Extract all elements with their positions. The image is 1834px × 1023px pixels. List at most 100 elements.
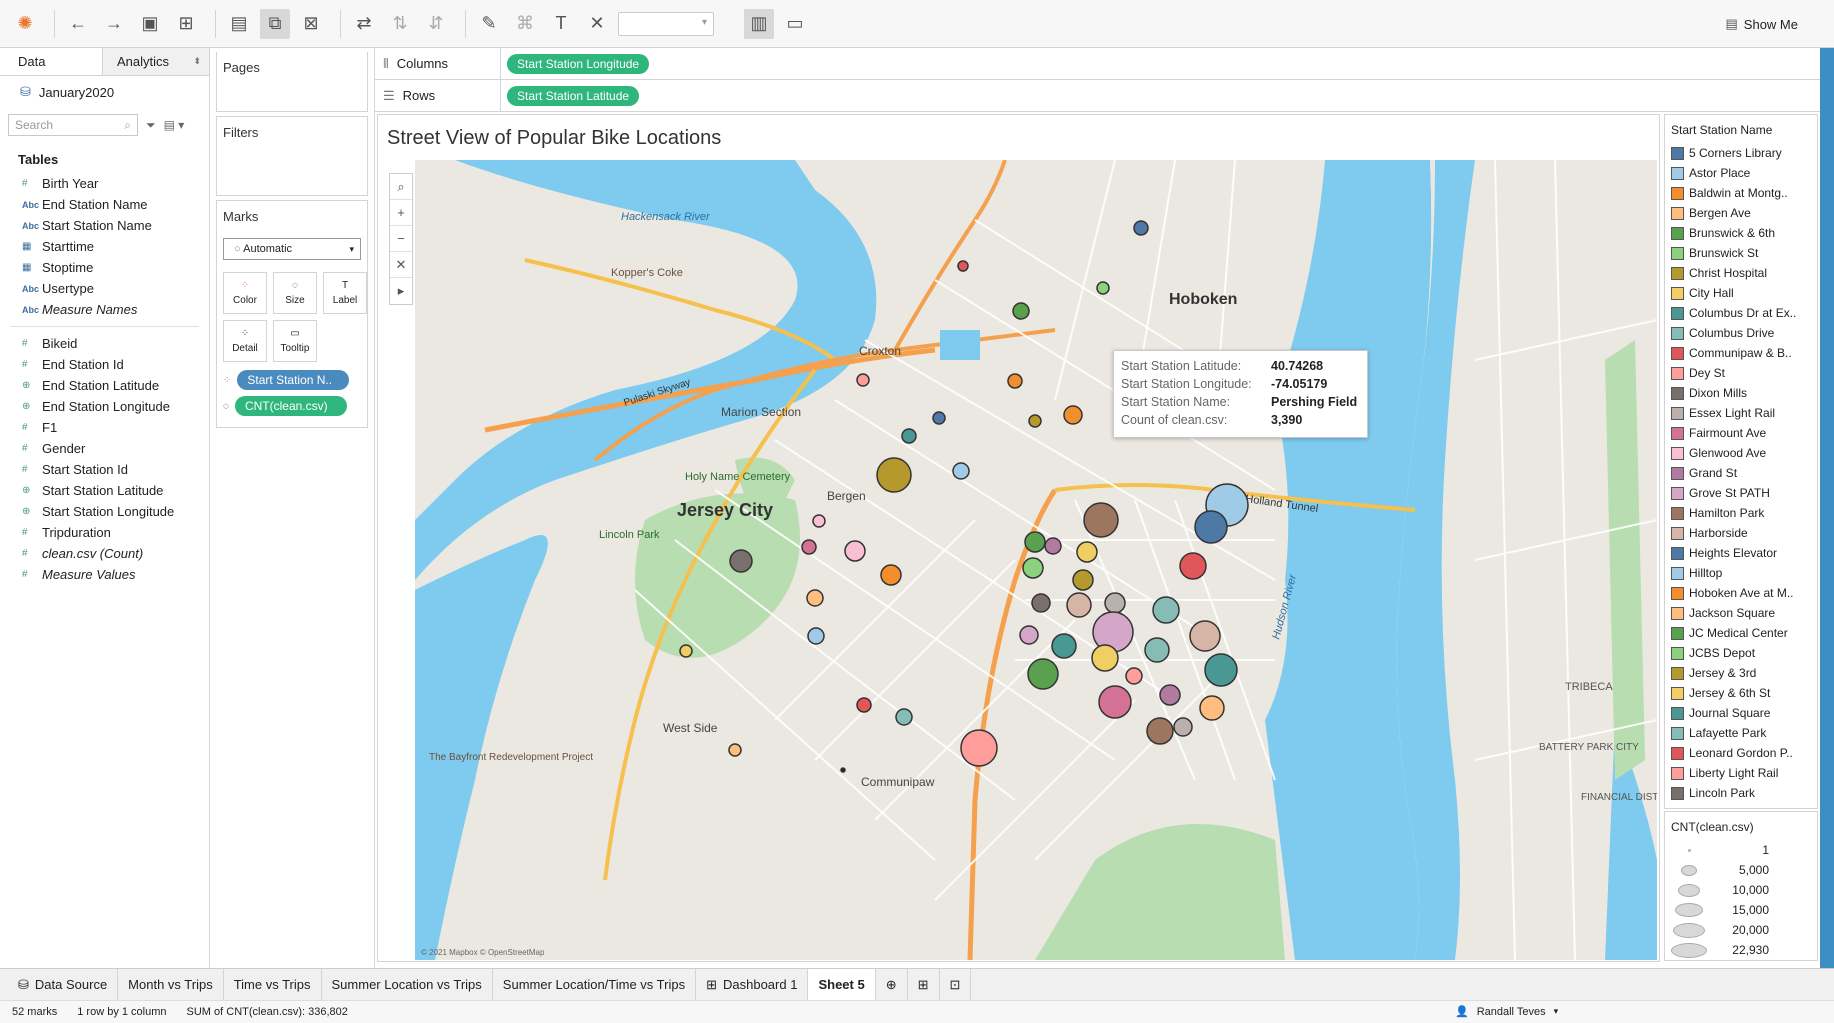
legend-item[interactable]: Dey St bbox=[1665, 363, 1817, 383]
field-item[interactable]: # Bikeid bbox=[0, 333, 209, 354]
rows-pill[interactable]: Start Station Latitude bbox=[507, 85, 640, 106]
fix-axes-icon[interactable]: ✕ bbox=[582, 9, 612, 39]
station-mark[interactable] bbox=[729, 549, 753, 573]
duplicate-sheet-icon[interactable]: ⧉ bbox=[260, 8, 290, 39]
field-item[interactable]: # Measure Values bbox=[0, 564, 209, 585]
field-item[interactable]: # Start Station Id bbox=[0, 459, 209, 480]
station-mark[interactable] bbox=[1027, 658, 1059, 690]
field-item[interactable]: ⊕ Start Station Latitude bbox=[0, 480, 209, 501]
size-field-pill[interactable]: CNT(clean.csv) bbox=[234, 396, 347, 416]
legend-item[interactable]: Jackson Square bbox=[1665, 603, 1817, 623]
station-mark[interactable] bbox=[840, 767, 846, 773]
station-mark[interactable] bbox=[1076, 541, 1098, 563]
tab-data[interactable]: Data bbox=[0, 48, 103, 75]
station-mark[interactable] bbox=[952, 462, 970, 480]
station-mark[interactable] bbox=[932, 411, 946, 425]
station-mark[interactable] bbox=[1091, 644, 1119, 672]
station-mark[interactable] bbox=[876, 457, 912, 493]
station-mark[interactable] bbox=[1031, 593, 1051, 613]
legend-item[interactable]: Christ Hospital bbox=[1665, 263, 1817, 283]
station-mark[interactable] bbox=[1194, 510, 1228, 544]
field-item[interactable]: ▦ Stoptime bbox=[0, 257, 209, 278]
field-item[interactable]: # F1 bbox=[0, 417, 209, 438]
legend-item[interactable]: Fairmount Ave bbox=[1665, 423, 1817, 443]
presentation-icon[interactable]: ▭ bbox=[780, 9, 810, 39]
station-mark[interactable] bbox=[1072, 569, 1094, 591]
search-input[interactable]: Search ⌕ bbox=[8, 114, 138, 136]
station-mark[interactable] bbox=[807, 627, 825, 645]
size-button[interactable]: ◌ Size bbox=[273, 272, 317, 314]
user-menu[interactable]: 👤 Randall Teves ▾ bbox=[1455, 1005, 1558, 1019]
station-mark[interactable] bbox=[1024, 531, 1046, 553]
station-mark[interactable] bbox=[1204, 653, 1238, 687]
station-mark[interactable] bbox=[1146, 717, 1174, 745]
legend-item[interactable]: Essex Light Rail bbox=[1665, 403, 1817, 423]
station-mark[interactable] bbox=[957, 260, 969, 272]
view-options-icon[interactable]: ▤ ▾ bbox=[164, 118, 185, 132]
station-mark[interactable] bbox=[728, 743, 742, 757]
detail-button[interactable]: ⁘ Detail bbox=[223, 320, 267, 362]
redo-icon[interactable]: → bbox=[99, 9, 129, 39]
station-mark[interactable] bbox=[1104, 592, 1126, 614]
legend-item[interactable]: Bergen Ave bbox=[1665, 203, 1817, 223]
columns-shelf[interactable]: ⦀ Columns Start Station Longitude bbox=[375, 48, 1834, 80]
legend-item[interactable]: Baldwin at Montg.. bbox=[1665, 183, 1817, 203]
field-item[interactable]: ▦ Starttime bbox=[0, 236, 209, 257]
station-mark[interactable] bbox=[1063, 405, 1083, 425]
zoom-in-icon[interactable]: + bbox=[390, 200, 412, 226]
field-item[interactable]: # End Station Id bbox=[0, 354, 209, 375]
legend-item[interactable]: Heights Elevator bbox=[1665, 543, 1817, 563]
station-mark[interactable] bbox=[856, 373, 870, 387]
fit-dropdown[interactable] bbox=[618, 11, 714, 36]
new-worksheet-tab-icon[interactable]: ⊕ bbox=[876, 969, 908, 1000]
reset-map-icon[interactable]: ✕ bbox=[390, 252, 412, 278]
field-item[interactable]: ⊕ End Station Latitude bbox=[0, 375, 209, 396]
station-mark[interactable] bbox=[1144, 637, 1170, 663]
legend-item[interactable]: Lafayette Park bbox=[1665, 723, 1817, 743]
legend-item[interactable]: Communipaw & B.. bbox=[1665, 343, 1817, 363]
swap-icon[interactable]: ⇄ bbox=[349, 9, 379, 39]
legend-item[interactable]: Brunswick & 6th bbox=[1665, 223, 1817, 243]
station-mark[interactable] bbox=[1044, 537, 1062, 555]
rows-shelf[interactable]: ☰ Rows Start Station Latitude bbox=[375, 80, 1834, 112]
station-mark[interactable] bbox=[856, 697, 872, 713]
station-mark[interactable] bbox=[1022, 557, 1044, 579]
show-me-button[interactable]: ▤ Show Me bbox=[1726, 16, 1799, 32]
sort-ascending-icon[interactable]: ⇅ bbox=[385, 9, 415, 39]
legend-item[interactable]: Journal Square bbox=[1665, 703, 1817, 723]
field-item[interactable]: # clean.csv (Count) bbox=[0, 543, 209, 564]
station-mark[interactable] bbox=[895, 708, 913, 726]
tableau-logo-icon[interactable]: ✺ bbox=[10, 9, 40, 39]
label-icon[interactable]: T bbox=[546, 9, 576, 39]
legend-item[interactable]: Harborside bbox=[1665, 523, 1817, 543]
datasource-item[interactable]: ⛁ January2020 bbox=[0, 76, 209, 108]
legend-item[interactable]: Columbus Dr at Ex.. bbox=[1665, 303, 1817, 323]
station-mark[interactable] bbox=[1083, 502, 1119, 538]
station-mark[interactable] bbox=[880, 564, 902, 586]
tab-sheet[interactable]: Time vs Trips bbox=[224, 969, 322, 1000]
field-item[interactable]: # Gender bbox=[0, 438, 209, 459]
station-mark[interactable] bbox=[806, 589, 824, 607]
mark-type-dropdown[interactable]: ○ Automatic ▾ bbox=[223, 238, 361, 260]
legend-item[interactable]: City Hall bbox=[1665, 283, 1817, 303]
label-button[interactable]: T Label bbox=[323, 272, 367, 314]
station-mark[interactable] bbox=[1012, 302, 1030, 320]
pages-card[interactable]: Pages bbox=[216, 52, 368, 112]
zoom-out-icon[interactable]: − bbox=[390, 226, 412, 252]
station-mark[interactable] bbox=[1152, 596, 1180, 624]
station-mark[interactable] bbox=[844, 540, 866, 562]
legend-item[interactable]: Dixon Mills bbox=[1665, 383, 1817, 403]
columns-pill[interactable]: Start Station Longitude bbox=[507, 53, 650, 74]
show-cards-icon[interactable]: ▥ bbox=[744, 8, 774, 39]
station-mark[interactable] bbox=[1173, 717, 1193, 737]
legend-item[interactable]: Grove St PATH bbox=[1665, 483, 1817, 503]
station-mark[interactable] bbox=[960, 729, 998, 767]
tab-dashboard[interactable]: ⊞ Dashboard 1 bbox=[696, 969, 809, 1000]
legend-item[interactable]: JCBS Depot bbox=[1665, 643, 1817, 663]
station-mark[interactable] bbox=[1125, 667, 1143, 685]
group-icon[interactable]: ⌘ bbox=[510, 9, 540, 39]
legend-item[interactable]: Columbus Drive bbox=[1665, 323, 1817, 343]
station-mark[interactable] bbox=[1096, 281, 1110, 295]
legend-item[interactable]: Glenwood Ave bbox=[1665, 443, 1817, 463]
station-mark[interactable] bbox=[1098, 685, 1132, 719]
